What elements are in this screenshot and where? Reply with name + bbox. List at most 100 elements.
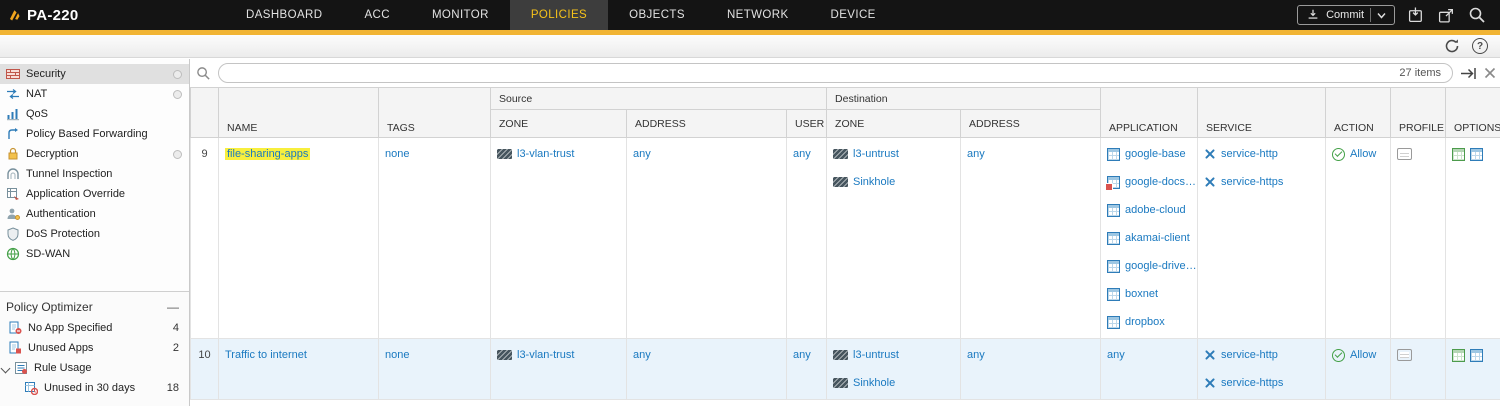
action-link[interactable]: Allow <box>1350 349 1376 361</box>
profile-icon[interactable] <box>1397 148 1412 160</box>
sidebar-item-application-override[interactable]: Application Override <box>0 184 189 204</box>
col-destination-address[interactable]: ADDRESS <box>961 110 1101 138</box>
sidebar-item-authentication[interactable]: Authentication <box>0 204 189 224</box>
col-rule-number <box>191 88 219 138</box>
col-source-address[interactable]: ADDRESS <box>627 110 787 138</box>
address-link[interactable]: any <box>633 148 651 160</box>
application-link[interactable]: boxnet <box>1125 288 1158 300</box>
rule-name-link[interactable]: Traffic to internet <box>225 349 307 361</box>
tags-cell: none <box>379 138 491 339</box>
sub-toolbar: ? <box>0 35 1500 58</box>
action-cell: Allow <box>1326 339 1391 400</box>
col-action[interactable]: ACTION <box>1326 88 1391 138</box>
log-forwarding-icon[interactable] <box>1452 349 1465 362</box>
tab-dashboard[interactable]: DASHBOARD <box>225 0 343 30</box>
col-application[interactable]: APPLICATION <box>1101 88 1198 138</box>
col-name[interactable]: NAME <box>219 88 379 138</box>
policy-optimizer-header: Policy Optimizer — <box>0 292 189 318</box>
zone-icon <box>833 177 848 187</box>
sidebar-item-sd-wan[interactable]: SD-WAN <box>0 244 189 264</box>
service-link[interactable]: service-http <box>1221 148 1278 160</box>
policy-based-forwarding-icon <box>6 127 20 141</box>
sidebar-item-rule-usage[interactable]: Rule Usage <box>0 358 189 378</box>
chevron-expand-icon[interactable] <box>1 363 11 373</box>
sidebar-item-unused-apps[interactable]: Unused Apps 2 <box>0 338 189 358</box>
zone-icon <box>497 149 512 159</box>
zone-link[interactable]: l3-vlan-trust <box>517 349 574 361</box>
refresh-icon[interactable] <box>1444 38 1460 54</box>
user-link[interactable]: any <box>793 349 811 361</box>
col-options[interactable]: OPTIONS <box>1446 88 1500 138</box>
address-link[interactable]: any <box>967 349 985 361</box>
commit-button[interactable]: Commit <box>1297 5 1395 25</box>
tag-link[interactable]: none <box>385 349 409 361</box>
col-profile[interactable]: PROFILE <box>1391 88 1446 138</box>
policy-optimizer-title: Policy Optimizer <box>6 300 93 314</box>
profile-icon[interactable] <box>1397 349 1412 361</box>
apply-filter-icon[interactable] <box>1460 67 1477 80</box>
log-setting-icon[interactable] <box>1470 148 1483 161</box>
sidebar-item-dos-protection[interactable]: DoS Protection <box>0 224 189 244</box>
application-link[interactable]: adobe-cloud <box>1125 204 1186 216</box>
save-config-icon[interactable] <box>1408 7 1425 24</box>
rule-name-cell: file-sharing-apps <box>219 138 379 339</box>
tab-monitor[interactable]: MONITOR <box>411 0 510 30</box>
application-link[interactable]: any <box>1107 349 1125 361</box>
preview-dot[interactable] <box>173 90 182 99</box>
open-window-icon[interactable] <box>1438 7 1455 24</box>
tab-acc[interactable]: ACC <box>343 0 410 30</box>
sidebar-item-no-app-specified[interactable]: No App Specified 4 <box>0 318 189 338</box>
preview-dot[interactable] <box>173 150 182 159</box>
rule-name-link[interactable]: file-sharing-apps <box>225 148 310 160</box>
log-setting-icon[interactable] <box>1470 349 1483 362</box>
address-link[interactable]: any <box>967 148 985 160</box>
search-icon[interactable] <box>1468 6 1486 24</box>
col-service[interactable]: SERVICE <box>1198 88 1326 138</box>
user-link[interactable]: any <box>793 148 811 160</box>
zone-link[interactable]: l3-untrust <box>853 349 899 361</box>
tab-policies[interactable]: POLICIES <box>510 0 608 30</box>
zone-link[interactable]: Sinkhole <box>853 377 895 389</box>
log-forwarding-icon[interactable] <box>1452 148 1465 161</box>
service-link[interactable]: service-https <box>1221 377 1283 389</box>
help-icon[interactable]: ? <box>1472 38 1488 54</box>
col-user[interactable]: USER <box>787 110 827 138</box>
rule-number-cell[interactable]: 10 <box>191 339 219 400</box>
collapse-section-button[interactable]: — <box>167 300 179 314</box>
sidebar-item-label: No App Specified <box>28 322 112 334</box>
application-link[interactable]: akamai-client <box>1125 232 1190 244</box>
sidebar-item-unused-in-30-days[interactable]: Unused in 30 days 18 <box>0 378 189 398</box>
col-tags[interactable]: TAGS <box>379 88 491 138</box>
col-destination-zone[interactable]: ZONE <box>827 110 961 138</box>
sidebar-item-nat[interactable]: NAT <box>0 84 189 104</box>
filter-input[interactable] <box>218 63 1453 83</box>
clear-filter-icon[interactable] <box>1484 67 1496 79</box>
col-source-zone[interactable]: ZONE <box>491 110 627 138</box>
tag-link[interactable]: none <box>385 148 409 160</box>
tab-network[interactable]: NETWORK <box>706 0 810 30</box>
divider <box>1370 8 1371 22</box>
sidebar-item-qos[interactable]: QoS <box>0 104 189 124</box>
commit-icon <box>1306 8 1320 22</box>
zone-link[interactable]: l3-untrust <box>853 148 899 160</box>
service-link[interactable]: service-http <box>1221 349 1278 361</box>
sidebar-item-tunnel-inspection[interactable]: Tunnel Inspection <box>0 164 189 184</box>
rule-number-cell[interactable]: 9 <box>191 138 219 339</box>
zone-icon <box>833 350 848 360</box>
application-link[interactable]: google-drive… <box>1125 260 1197 272</box>
zone-link[interactable]: l3-vlan-trust <box>517 148 574 160</box>
address-link[interactable]: any <box>633 349 651 361</box>
zone-link[interactable]: Sinkhole <box>853 176 895 188</box>
service-link[interactable]: service-https <box>1221 176 1283 188</box>
application-link[interactable]: google-docs… <box>1125 176 1196 188</box>
application-depends-icon <box>1107 176 1120 189</box>
application-link[interactable]: google-base <box>1125 148 1186 160</box>
application-link[interactable]: dropbox <box>1125 316 1165 328</box>
action-link[interactable]: Allow <box>1350 148 1376 160</box>
sidebar-item-security[interactable]: Security <box>0 64 189 84</box>
sidebar-item-policy-based-forwarding[interactable]: Policy Based Forwarding <box>0 124 189 144</box>
sidebar-item-decryption[interactable]: Decryption <box>0 144 189 164</box>
tab-device[interactable]: DEVICE <box>810 0 897 30</box>
preview-dot[interactable] <box>173 70 182 79</box>
tab-objects[interactable]: OBJECTS <box>608 0 706 30</box>
